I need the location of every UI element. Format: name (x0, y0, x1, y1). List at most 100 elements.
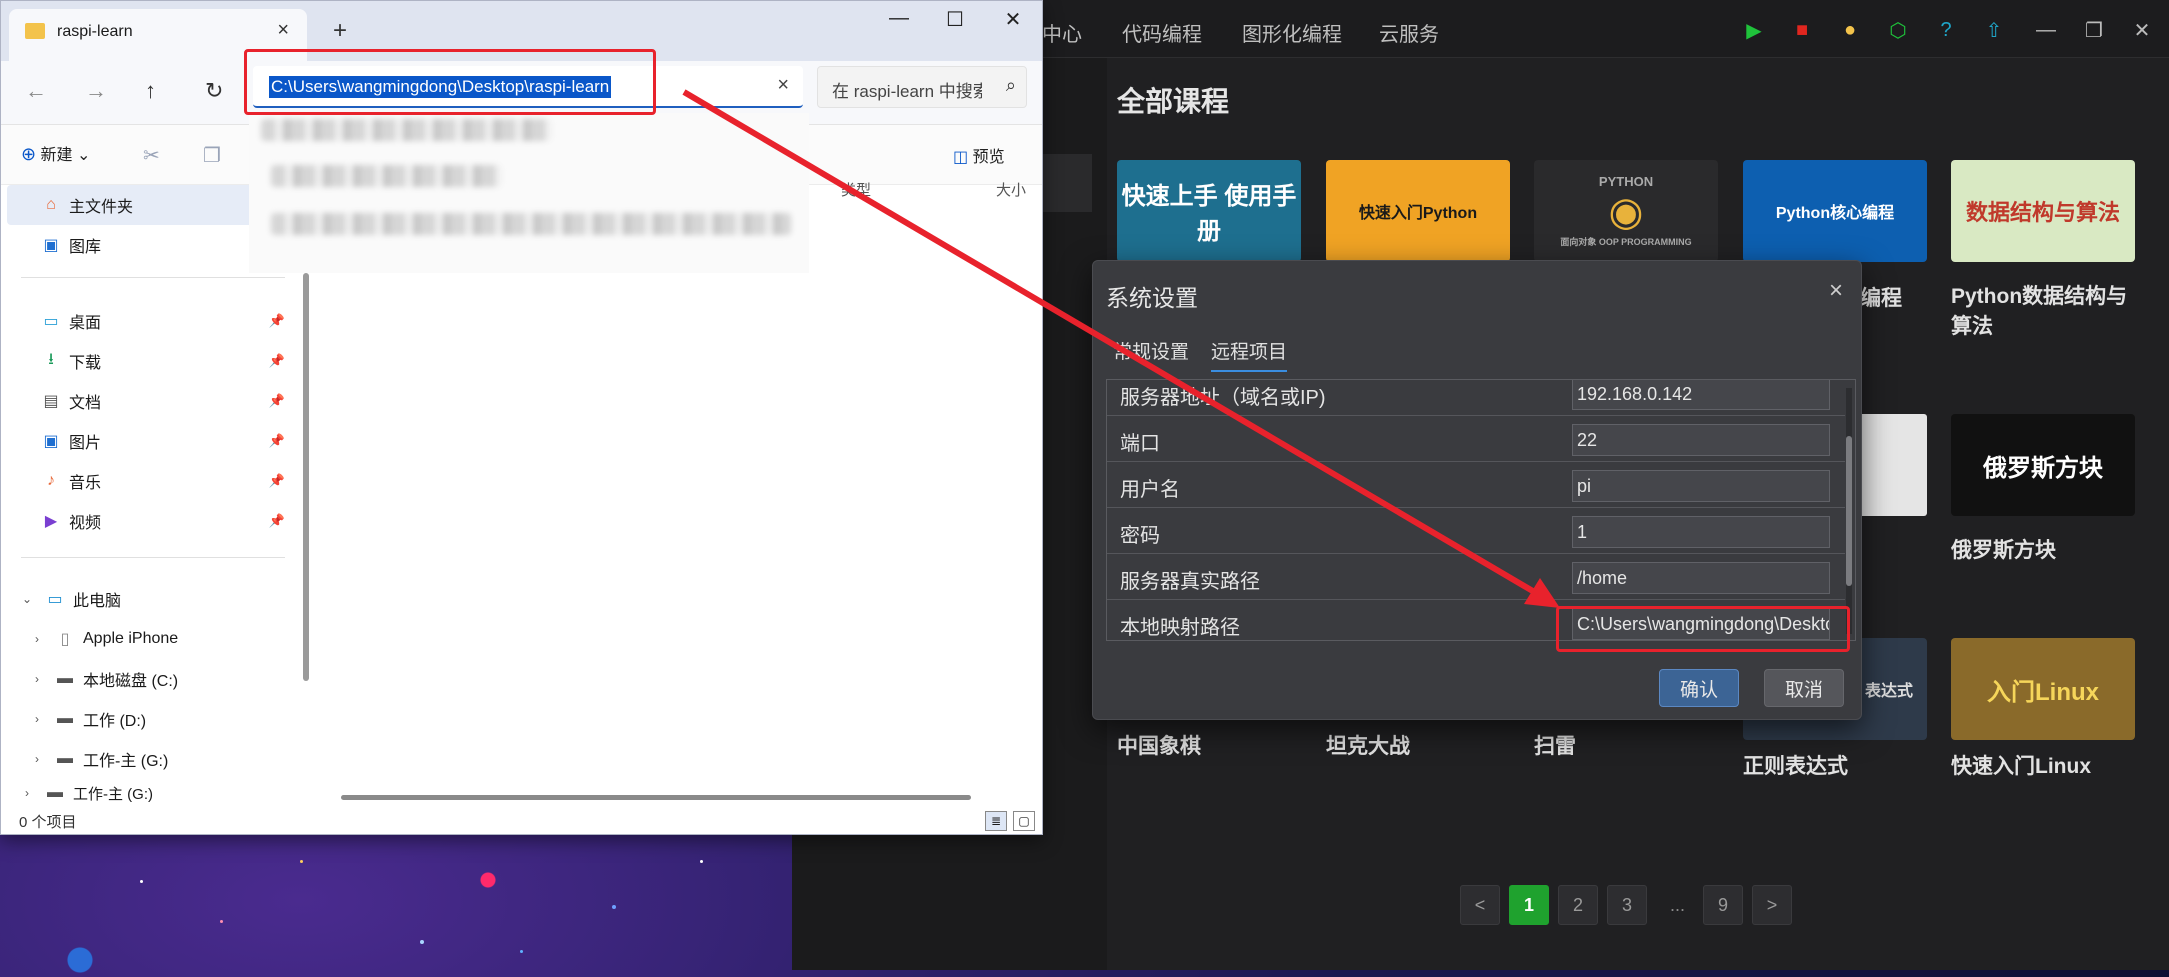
dialog-close-button[interactable]: × (1829, 277, 1843, 305)
course-card[interactable]: 入门Linux 快速入门Linux (1951, 638, 2135, 782)
tab-close-button[interactable]: × (277, 19, 289, 42)
address-suggestions-blurred (249, 113, 809, 273)
pin-icon[interactable]: 📌 (269, 513, 285, 529)
settings-icon[interactable]: ⬡ (1886, 18, 1910, 42)
sidebar-item-drive-c[interactable]: › ▬ 本地磁盘 (C:) (27, 659, 319, 699)
python-icon[interactable]: ● (1838, 18, 1862, 42)
address-clear-button[interactable]: × (777, 74, 789, 97)
chevron-down-icon[interactable]: ⌄ (17, 589, 37, 609)
sidebar-item-this-pc[interactable]: ⌄ ▭ 此电脑 (17, 579, 309, 619)
sidebar-item-downloads[interactable]: ⭳ 下载 📌 (41, 341, 293, 381)
pager-page-button[interactable]: 2 (1558, 885, 1598, 925)
sidebar-item-drive-d[interactable]: › ▬ 工作 (D:) (27, 699, 319, 739)
course-thumb: 数据结构与算法 (1951, 160, 2135, 262)
nav-item[interactable]: 图形化编程 (1242, 18, 1342, 47)
minimize-icon[interactable]: — (2034, 18, 2058, 42)
upload-icon[interactable]: ⇧ (1982, 18, 2006, 42)
chevron-right-icon[interactable]: › (27, 629, 47, 649)
minimize-icon[interactable]: — (877, 7, 921, 30)
up-icon[interactable]: ↑ (145, 78, 156, 104)
course-card[interactable]: Python核心编程 (1743, 160, 1927, 262)
forward-icon[interactable]: → (85, 78, 107, 104)
copy-icon[interactable]: ❐ (203, 143, 221, 168)
maximize-icon[interactable]: ☐ (933, 7, 977, 32)
course-card[interactable]: PYTHON ◉ 面向对象 OOP PROGRAMMING (1534, 160, 1718, 262)
sidebar-item-documents[interactable]: ▤ 文档 📌 (41, 381, 293, 421)
port-field[interactable]: 22 (1572, 424, 1830, 456)
wallpaper-star (520, 950, 523, 953)
course-name: 编程 (1860, 287, 1902, 310)
pin-icon[interactable]: 📌 (269, 313, 285, 329)
pager-prev-button[interactable]: < (1460, 885, 1500, 925)
column-header-type[interactable]: 类型 (841, 179, 871, 200)
course-name: 俄罗斯方块 (1951, 539, 2056, 562)
new-tab-button[interactable]: + (333, 17, 347, 45)
chevron-right-icon[interactable]: › (17, 783, 37, 803)
section-title: 全部课程 (1117, 86, 1230, 117)
pager-page-button[interactable]: 3 (1607, 885, 1647, 925)
sidebar-item-iphone[interactable]: › ▯ Apple iPhone (27, 619, 319, 659)
course-card[interactable]: 数据结构与算法 Python数据结构与算法 (1951, 160, 2135, 342)
chevron-right-icon[interactable]: › (27, 749, 47, 769)
nav-item[interactable]: 云服务 (1379, 18, 1439, 47)
sidebar-item-drive-g[interactable]: › ▬ 工作-主 (G:) (27, 739, 319, 779)
help-icon[interactable]: ? (1934, 18, 1958, 42)
chevron-right-icon[interactable]: › (27, 709, 47, 729)
sidebar-scrollbar[interactable] (303, 273, 309, 681)
file-explorer-window: raspi-learn × + — ☐ ✕ ← → ↑ ↻ C:\Users\w… (0, 0, 1043, 835)
horizontal-scrollbar[interactable] (341, 795, 971, 800)
course-card[interactable]: 快速上手 使用手册 (1117, 160, 1301, 262)
pin-icon[interactable]: 📌 (269, 353, 285, 369)
username-field[interactable]: pi (1572, 470, 1830, 502)
close-icon[interactable]: ✕ (2130, 18, 2154, 42)
cut-icon[interactable]: ✂ (143, 143, 160, 168)
sidebar-item-pictures[interactable]: ▣ 图片 📌 (41, 421, 293, 461)
confirm-button[interactable]: 确认 (1659, 669, 1739, 707)
preview-button[interactable]: ◫ 预览 (953, 143, 1005, 167)
tiles-view-icon[interactable]: ▢ (1013, 811, 1035, 831)
new-button[interactable]: ⊕ 新建 ⌄ (21, 141, 90, 165)
preview-label: 预览 (972, 149, 1005, 166)
refresh-icon[interactable]: ↻ (205, 78, 223, 104)
column-header-size[interactable]: 大小 (996, 179, 1026, 200)
back-icon[interactable]: ← (25, 78, 47, 104)
pc-icon: ▭ (47, 591, 63, 608)
course-thumb: 入门Linux (1951, 638, 2135, 740)
nav-item[interactable]: 代码编程 (1122, 18, 1202, 47)
drive-icon: ▬ (57, 670, 73, 687)
nav-item[interactable]: 中心 (1042, 18, 1082, 47)
restore-icon[interactable]: ❐ (2082, 18, 2106, 42)
settings-scrollbar[interactable] (1846, 388, 1852, 634)
tab-general[interactable]: 常规设置 (1113, 337, 1189, 370)
details-view-icon[interactable]: ≣ (985, 811, 1007, 831)
sidebar-item-videos[interactable]: ▶ 视频 📌 (41, 501, 293, 541)
course-card[interactable]: 俄罗斯方块 俄罗斯方块 (1951, 414, 2135, 566)
plus-icon: ⊕ (21, 144, 37, 164)
search-input[interactable]: 在 raspi-learn 中搜索 ⌕ (817, 66, 1027, 108)
settings-label: 用户名 (1120, 479, 1180, 501)
pin-icon[interactable]: 📌 (269, 433, 285, 449)
pager-page-button[interactable]: 9 (1703, 885, 1743, 925)
cancel-button[interactable]: 取消 (1764, 669, 1844, 707)
pager-page-button[interactable]: 1 (1509, 885, 1549, 925)
pin-icon[interactable]: 📌 (269, 473, 285, 489)
sidebar-item-drive-g[interactable]: › ▬ 工作-主 (G:) (17, 779, 309, 807)
password-field[interactable]: 1 (1572, 516, 1830, 548)
pin-icon[interactable]: 📌 (269, 393, 285, 409)
chevron-right-icon[interactable]: › (27, 669, 47, 689)
server-path-field[interactable]: /home (1572, 562, 1830, 594)
stop-icon[interactable]: ■ (1790, 18, 1814, 42)
sidebar-item-label: 桌面 (69, 315, 102, 332)
scrollbar-thumb[interactable] (1846, 436, 1852, 586)
pager-ellipsis: ... (1670, 895, 1686, 915)
server-address-field[interactable]: 192.168.0.142 (1572, 380, 1830, 410)
blurred-suggestion (261, 119, 551, 141)
sidebar-item-desktop[interactable]: ▭ 桌面 📌 (41, 301, 293, 341)
close-icon[interactable]: ✕ (991, 7, 1035, 32)
tab-remote-project[interactable]: 远程项目 (1211, 337, 1288, 372)
course-thumb: 快速入门Python (1326, 160, 1510, 262)
sidebar-item-music[interactable]: ♪ 音乐 📌 (41, 461, 293, 501)
course-card[interactable]: 快速入门Python (1326, 160, 1510, 262)
run-icon[interactable]: ▶ (1742, 18, 1766, 42)
pager-next-button[interactable]: > (1752, 885, 1792, 925)
